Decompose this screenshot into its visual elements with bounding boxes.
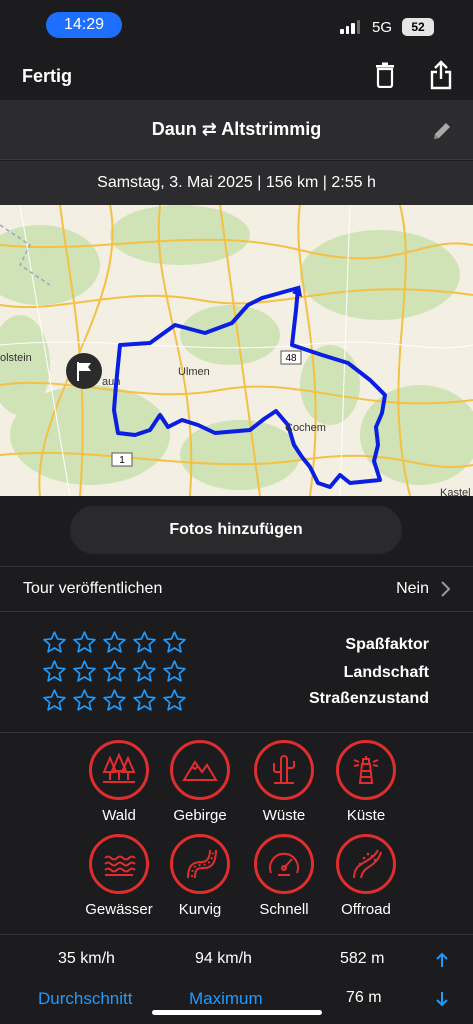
star-icon[interactable] — [132, 630, 157, 655]
nav-bar: Fertig — [0, 50, 473, 100]
category-label: Gebirge — [173, 807, 227, 824]
star-icon[interactable] — [42, 630, 67, 655]
ratings-section: Spaßfaktor Landschaft Straßenzustand — [0, 628, 473, 718]
rating-label-road: Straßenzustand — [308, 690, 429, 707]
status-time: 14:29 — [46, 12, 122, 38]
publish-row[interactable]: Tour veröffentlichen Nein — [0, 566, 473, 612]
cactus-icon — [273, 755, 295, 784]
category-label: Offroad — [341, 901, 391, 918]
star-icon[interactable] — [72, 630, 97, 655]
max-speed-label: Maximum — [189, 989, 263, 1008]
rating-label-landscape: Landschaft — [343, 664, 429, 681]
star-icon[interactable] — [42, 659, 67, 684]
star-row-fun[interactable] — [42, 630, 187, 655]
category-label: Kurvig — [178, 901, 222, 918]
star-icon[interactable] — [132, 688, 157, 713]
trees-icon — [102, 752, 136, 783]
publish-value: Nein — [396, 580, 429, 597]
category-label: Schnell — [259, 901, 309, 918]
tour-info: Samstag, 3. Mai 2025 | 156 km | 2:55 h — [0, 161, 473, 205]
start-flag-icon[interactable] — [66, 353, 102, 389]
signal-icon — [340, 20, 360, 34]
avg-speed: 35 km/h — [58, 950, 115, 967]
descent: 76 m — [346, 989, 382, 1006]
max-speed: 94 km/h — [195, 950, 252, 967]
star-icon[interactable] — [162, 630, 187, 655]
category-label: Wald — [102, 807, 136, 824]
map-label-cochem: Cochem — [285, 422, 326, 434]
road-badge-48: 48 — [280, 350, 302, 365]
lighthouse-icon — [353, 756, 379, 784]
ascent: 582 m — [340, 950, 385, 967]
category-kueste[interactable]: Küste — [321, 740, 411, 824]
category-gebirge[interactable]: Gebirge — [155, 740, 245, 824]
map-label-ulmen: Ulmen — [178, 366, 210, 378]
trash-icon[interactable] — [373, 62, 397, 88]
map-canvas: olstein aun Ulmen Cochem Kastel 48 1 — [0, 205, 473, 496]
done-button[interactable]: Fertig — [22, 66, 72, 87]
category-wueste[interactable]: Wüste — [239, 740, 329, 824]
waves-icon — [104, 855, 136, 876]
publish-label: Tour veröffentlichen — [23, 580, 163, 597]
tour-title: Daun ⇄ Altstrimmig — [151, 119, 322, 139]
category-label: Küste — [346, 807, 386, 824]
category-label: Gewässer — [85, 901, 153, 918]
chevron-right-icon — [441, 581, 451, 597]
map-label-olstein: olstein — [0, 352, 32, 364]
route-map[interactable]: olstein aun Ulmen Cochem Kastel 48 1 — [0, 205, 473, 496]
star-icon[interactable] — [102, 659, 127, 684]
tour-title-row: Daun ⇄ Altstrimmig — [0, 100, 473, 160]
star-icon[interactable] — [72, 688, 97, 713]
svg-text:48: 48 — [285, 353, 297, 364]
rating-label-fun: Spaßfaktor — [345, 636, 429, 653]
pencil-icon[interactable] — [431, 120, 453, 142]
star-row-road[interactable] — [42, 688, 187, 713]
arrow-down-icon — [436, 992, 448, 1007]
category-label: Wüste — [262, 807, 306, 824]
network-type: 5G — [372, 19, 393, 36]
svg-text:1: 1 — [119, 455, 125, 466]
avg-speed-label: Durchschnitt — [38, 989, 133, 1008]
share-icon[interactable] — [428, 60, 454, 90]
map-label-kastel: Kastel — [440, 487, 471, 496]
category-offroad[interactable]: Offroad — [321, 834, 411, 918]
star-icon[interactable] — [162, 688, 187, 713]
map-label-daun: aun — [102, 376, 120, 388]
star-row-landscape[interactable] — [42, 659, 187, 684]
arrow-up-icon — [436, 952, 448, 967]
home-indicator — [152, 1010, 322, 1015]
add-photos-button[interactable]: Fotos hinzufügen — [70, 506, 402, 554]
divider — [0, 732, 473, 733]
star-icon[interactable] — [102, 688, 127, 713]
star-icon[interactable] — [132, 659, 157, 684]
star-icon[interactable] — [42, 688, 67, 713]
category-wald[interactable]: Wald — [74, 740, 164, 824]
speedometer-icon — [269, 852, 299, 876]
status-bar: 14:29 5G 52 — [0, 0, 473, 50]
mountains-icon — [182, 760, 218, 781]
category-gewaesser[interactable]: Gewässer — [74, 834, 164, 918]
category-schnell[interactable]: Schnell — [239, 834, 329, 918]
road-badge-1: 1 — [111, 452, 133, 467]
star-icon[interactable] — [72, 659, 97, 684]
battery-icon: 52 — [402, 18, 434, 36]
star-icon[interactable] — [162, 659, 187, 684]
curvy-road-icon — [187, 849, 217, 879]
offroad-icon — [353, 849, 382, 879]
star-icon[interactable] — [102, 630, 127, 655]
category-kurvig[interactable]: Kurvig — [155, 834, 245, 918]
